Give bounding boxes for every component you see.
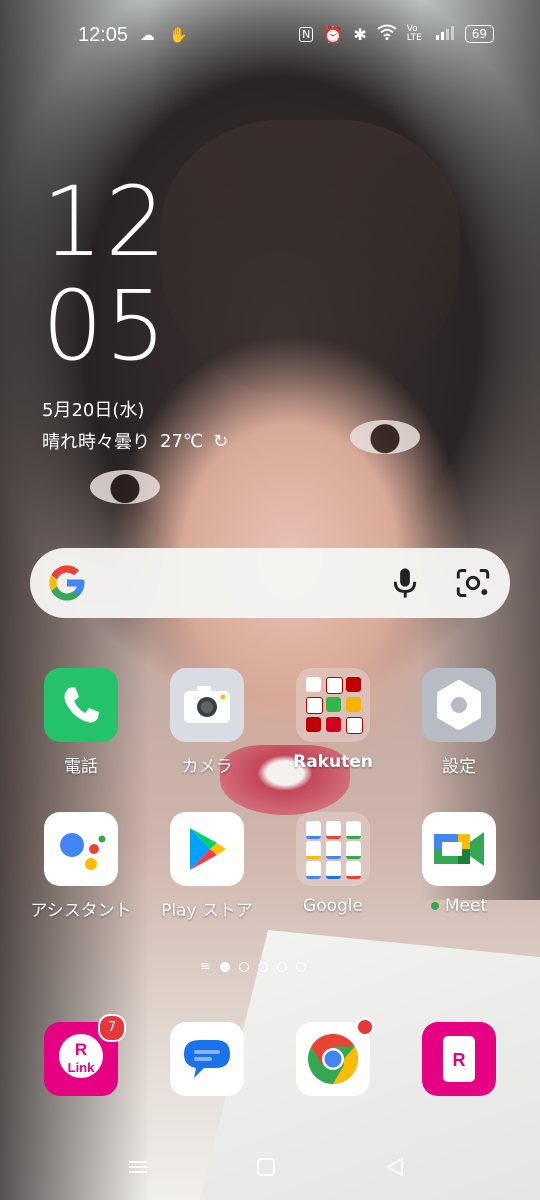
chrome-icon [296,1018,374,1096]
wifi-icon [377,24,397,44]
folder-rakuten[interactable]: Rakuten [273,668,393,772]
weather-text: 晴れ時々曇り [42,432,150,453]
folder-google[interactable]: Google [273,812,393,916]
dock-rakuten-link[interactable]: R Link 7 [21,1014,141,1096]
clock-widget[interactable]: 12 05 [42,170,168,378]
google-folder-icon [296,812,370,886]
page-indicator[interactable]: ≡ [200,960,306,973]
page-dot[interactable] [295,962,306,972]
app-assistant[interactable]: アシスタント [21,812,141,921]
rakuten-folder-icon [296,668,370,742]
mic-icon[interactable] [390,566,420,600]
page-dot[interactable] [276,962,287,972]
google-logo-icon [49,565,85,601]
new-install-dot [430,902,439,910]
phone-icon [44,668,118,742]
play-store-icon [170,812,244,886]
signal-icon [435,25,455,44]
app-meet[interactable]: Meet [399,812,519,916]
rakuten-mobile-icon: R [422,1022,496,1096]
svg-text:R: R [75,1040,87,1059]
page-dot[interactable] [219,962,230,972]
battery-indicator: 69 [464,25,494,43]
google-search-bar[interactable] [30,548,510,618]
app-play-store[interactable]: Play ストア [147,812,267,921]
meet-icon [422,812,496,886]
hand-icon: ✋ [169,26,188,44]
weather-temp: 27℃ [160,430,204,452]
notification-dot [356,1018,374,1036]
svg-text:R: R [453,1050,466,1070]
nfc-icon: N [299,26,314,42]
assistant-icon [44,812,118,886]
back-button-icon[interactable] [376,1152,416,1182]
notification-badge: 7 [98,1014,126,1042]
navigation-bar [0,1138,540,1200]
app-drawer-icon[interactable]: ≡ [200,960,211,973]
home-button-icon[interactable] [246,1152,286,1182]
clock-hours: 12 [42,166,169,278]
clock-minutes: 05 [42,270,169,382]
lens-icon[interactable] [456,568,490,598]
dock-messages[interactable] [147,1022,267,1096]
app-settings[interactable]: 設定 [399,668,519,777]
cloud-icon: ☁ [140,26,155,44]
weather-widget[interactable]: 晴れ時々曇り 27℃ ↻ [42,428,228,454]
messages-icon [170,1022,244,1096]
dock-rakuten-mobile[interactable]: R [399,1022,519,1096]
date-label: 5月20日(水) [42,400,145,421]
camera-icon [170,668,244,742]
bluetooth-icon: ✱ [353,24,367,44]
settings-icon [422,668,496,742]
page-dot[interactable] [257,962,268,972]
dock-chrome[interactable] [273,1018,393,1096]
status-bar: 12:05 ☁ ✋ N ⏰ ✱ Vo LTE 69 [0,0,540,70]
volte-icon: Vo LTE [406,24,422,43]
alarm-icon: ⏰ [323,24,344,44]
recents-menu-icon[interactable] [118,1152,158,1182]
refresh-icon[interactable]: ↻ [213,431,228,452]
page-dot[interactable] [238,962,249,972]
rakuten-link-icon: R Link 7 [44,1014,126,1096]
app-phone[interactable]: 電話 [21,668,141,777]
status-time: 12:05 [78,24,129,46]
app-camera[interactable]: カメラ [147,668,267,777]
